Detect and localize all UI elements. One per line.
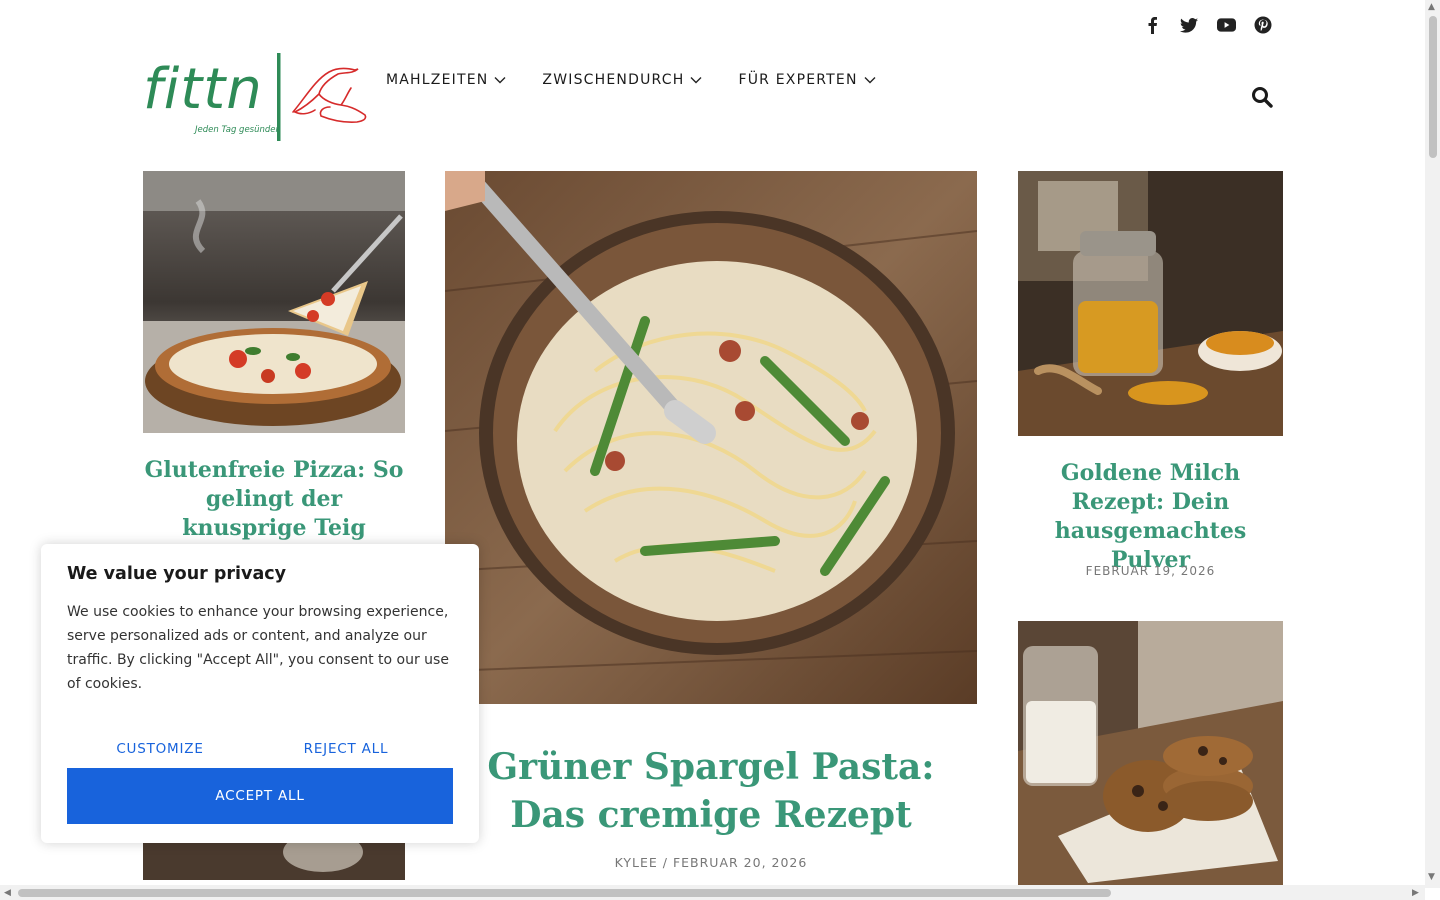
horizontal-scroll-thumb[interactable]	[18, 889, 1111, 897]
scroll-right-arrow[interactable]: ▶	[1412, 888, 1419, 898]
post-title-spargel-pasta[interactable]: Grüner Spargel Pasta: Das cremige Rezept	[445, 743, 977, 839]
horizontal-scrollbar[interactable]: ◀ ▶	[0, 885, 1425, 900]
nav-item-fuer-experten[interactable]: FÜR EXPERTEN	[738, 72, 876, 88]
social-links	[1142, 14, 1273, 36]
facebook-icon[interactable]	[1142, 14, 1162, 36]
post-meta-goldene-milch: FEBRUAR 19, 2026	[1085, 564, 1216, 578]
nav-item-label: ZWISCHENDURCH	[542, 72, 685, 88]
scroll-up-arrow[interactable]: ▲	[1428, 2, 1435, 12]
search-icon[interactable]	[1251, 86, 1275, 110]
logo-tagline: Jeden Tag gesünder	[193, 125, 280, 135]
post-image-goldene-milch[interactable]	[1018, 171, 1283, 436]
post-image-cookies[interactable]	[1018, 621, 1283, 885]
post-image-pizza[interactable]	[143, 171, 405, 433]
youtube-icon[interactable]	[1216, 14, 1236, 36]
main-nav: MAHLZEITEN ZWISCHENDURCH FÜR EXPERTEN	[386, 72, 912, 88]
scroll-down-arrow[interactable]: ▼	[1428, 872, 1435, 882]
accept-all-button[interactable]: ACCEPT ALL	[67, 768, 453, 824]
cookie-text: We use cookies to enhance your browsing …	[67, 604, 449, 692]
nav-item-label: MAHLZEITEN	[386, 72, 489, 88]
nav-item-mahlzeiten[interactable]: MAHLZEITEN	[386, 72, 506, 88]
nav-item-zwischendurch[interactable]: ZWISCHENDURCH	[542, 72, 702, 88]
cookie-consent-banner: We value your privacy We use cookies to …	[41, 544, 479, 843]
nav-item-label: FÜR EXPERTEN	[738, 72, 858, 88]
post-title-goldene-milch[interactable]: Goldene Milch Rezept: Dein hausgemachtes…	[1018, 459, 1283, 575]
chevron-down-icon	[690, 77, 702, 84]
scroll-left-arrow[interactable]: ◀	[4, 888, 11, 898]
twitter-icon[interactable]	[1179, 14, 1199, 36]
chevron-down-icon	[494, 77, 506, 84]
cookie-title: We value your privacy	[67, 564, 287, 584]
post-image-spargel-pasta[interactable]	[445, 171, 977, 704]
site-logo[interactable]: fittn Jeden Tag gesünder	[143, 50, 373, 145]
post-image-partial[interactable]	[143, 842, 405, 880]
vertical-scroll-thumb[interactable]	[1429, 16, 1437, 158]
chevron-down-icon	[864, 77, 876, 84]
pinterest-icon[interactable]	[1253, 14, 1273, 36]
vertical-scrollbar[interactable]: ▲ ▼	[1425, 0, 1440, 888]
post-title-pizza[interactable]: Glutenfreie Pizza: So gelingt der knuspr…	[143, 456, 405, 543]
customize-button[interactable]: CUSTOMIZE	[67, 728, 253, 770]
reject-all-button[interactable]: REJECT ALL	[253, 728, 439, 770]
logo-text: fittn	[143, 57, 263, 122]
post-meta-spargel-pasta: KYLEE / FEBRUAR 20, 2026	[614, 855, 808, 870]
